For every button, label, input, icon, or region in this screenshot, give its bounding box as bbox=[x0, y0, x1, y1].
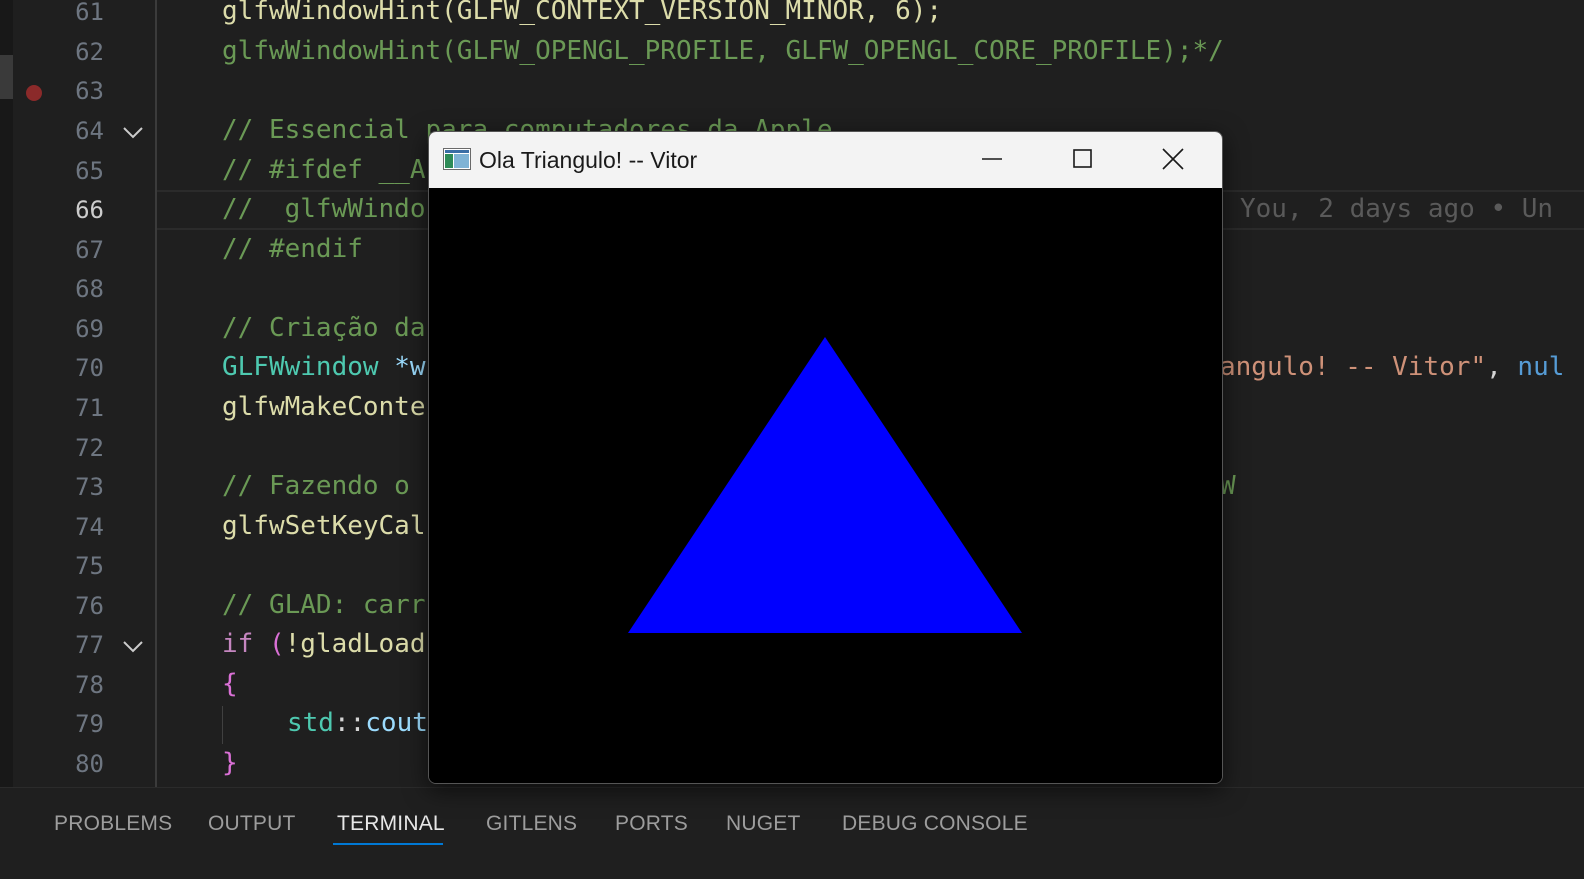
code-text: GLFWwindow *w bbox=[222, 352, 426, 382]
code-text: // glfwWindo bbox=[222, 194, 426, 224]
code-text: // GLAD: carr bbox=[222, 590, 426, 620]
tab-nuget[interactable]: NUGET bbox=[726, 812, 801, 836]
indent-guide bbox=[222, 706, 223, 744]
line-number: 72 bbox=[75, 434, 104, 462]
line-number: 67 bbox=[75, 236, 104, 264]
minimize-button[interactable] bbox=[947, 132, 1037, 188]
punct-token: :: bbox=[333, 708, 366, 738]
line-number: 75 bbox=[75, 552, 104, 580]
line-number: 76 bbox=[75, 592, 104, 620]
line-number: 61 bbox=[75, 0, 104, 26]
var-token: cout bbox=[365, 708, 428, 738]
active-tab-indicator bbox=[333, 843, 443, 845]
keyword-token: if bbox=[222, 629, 254, 659]
var-token: *w bbox=[378, 352, 426, 382]
code-text: glfwWindowHint(GLFW_CONTEXT_VERSION_MINO… bbox=[222, 0, 943, 26]
string-token: angulo! -- Vitor" bbox=[1220, 352, 1487, 382]
line-number: 78 bbox=[75, 671, 104, 699]
code-text: // #ifdef __A bbox=[222, 155, 426, 185]
code-text: // #endif bbox=[222, 234, 363, 264]
chevron-down-icon[interactable] bbox=[120, 119, 146, 145]
line-number: 80 bbox=[75, 750, 104, 778]
call-token: !gladLoad bbox=[284, 629, 426, 659]
code-text: glfwSetKeyCal bbox=[222, 511, 426, 541]
punct-token: , bbox=[1486, 352, 1518, 382]
window-title: Ola Triangulo! -- Vitor bbox=[479, 147, 698, 173]
line-number: 69 bbox=[75, 315, 104, 343]
namespace-token: std bbox=[287, 708, 334, 738]
code-text: glfwWindowHint(GLFW_OPENGL_PROFILE, GLFW… bbox=[222, 36, 1224, 66]
line-number: 71 bbox=[75, 394, 104, 422]
render-canvas[interactable] bbox=[429, 188, 1222, 783]
code-text: { bbox=[222, 669, 238, 699]
line-number: 62 bbox=[75, 38, 104, 66]
line-number: 70 bbox=[75, 354, 104, 382]
maximize-button[interactable] bbox=[1037, 132, 1127, 188]
line-number: 63 bbox=[75, 77, 104, 105]
line-number: 79 bbox=[75, 710, 104, 738]
paren-token: ( bbox=[253, 629, 285, 659]
window-titlebar[interactable]: Ola Triangulo! -- Vitor bbox=[429, 132, 1222, 188]
app-icon bbox=[443, 148, 471, 170]
bottom-panel: PROBLEMS OUTPUT TERMINAL GITLENS PORTS N… bbox=[0, 787, 1584, 879]
keyword-token: nul bbox=[1517, 352, 1565, 382]
code-text: // Fazendo o bbox=[222, 471, 410, 501]
code-text: } bbox=[222, 748, 238, 778]
code-text: // Criação da bbox=[222, 313, 426, 343]
chevron-down-icon[interactable] bbox=[120, 633, 146, 659]
triangle-shape bbox=[628, 337, 1022, 633]
close-button[interactable] bbox=[1127, 132, 1217, 188]
line-number: 74 bbox=[75, 513, 104, 541]
tab-gitlens[interactable]: GITLENS bbox=[486, 812, 577, 836]
code-line-61[interactable]: 61 glfwWindowHint(GLFW_CONTEXT_VERSION_M… bbox=[0, 0, 1584, 32]
code-text: glfwMakeConte bbox=[222, 392, 426, 422]
tab-terminal[interactable]: TERMINAL bbox=[337, 812, 445, 836]
code-text-right: angulo! -- Vitor", nul bbox=[1220, 352, 1564, 382]
maximize-icon bbox=[1073, 149, 1092, 168]
type-token: GLFWwindow bbox=[222, 352, 379, 382]
tab-ports[interactable]: PORTS bbox=[615, 812, 688, 836]
close-icon bbox=[1162, 148, 1184, 170]
line-number: 73 bbox=[75, 473, 104, 501]
minimize-icon bbox=[982, 158, 1002, 160]
line-number: 64 bbox=[75, 117, 104, 145]
tab-debug-console[interactable]: DEBUG CONSOLE bbox=[842, 812, 1028, 836]
code-line-63[interactable]: 63 bbox=[0, 71, 1584, 111]
code-line-62[interactable]: 62 glfwWindowHint(GLFW_OPENGL_PROFILE, G… bbox=[0, 32, 1584, 72]
glfw-window[interactable]: Ola Triangulo! -- Vitor bbox=[428, 131, 1223, 784]
line-number: 66 bbox=[75, 196, 104, 224]
code-text: if (!gladLoad bbox=[222, 629, 426, 659]
line-number: 68 bbox=[75, 275, 104, 303]
tab-output[interactable]: OUTPUT bbox=[208, 812, 296, 836]
line-number: 77 bbox=[75, 631, 104, 659]
git-blame-annotation[interactable]: You, 2 days ago • Un bbox=[1240, 194, 1553, 224]
code-text: std::cout bbox=[287, 708, 428, 738]
tab-problems[interactable]: PROBLEMS bbox=[54, 812, 172, 836]
opengl-viewport bbox=[628, 337, 1022, 633]
line-number: 65 bbox=[75, 157, 104, 185]
